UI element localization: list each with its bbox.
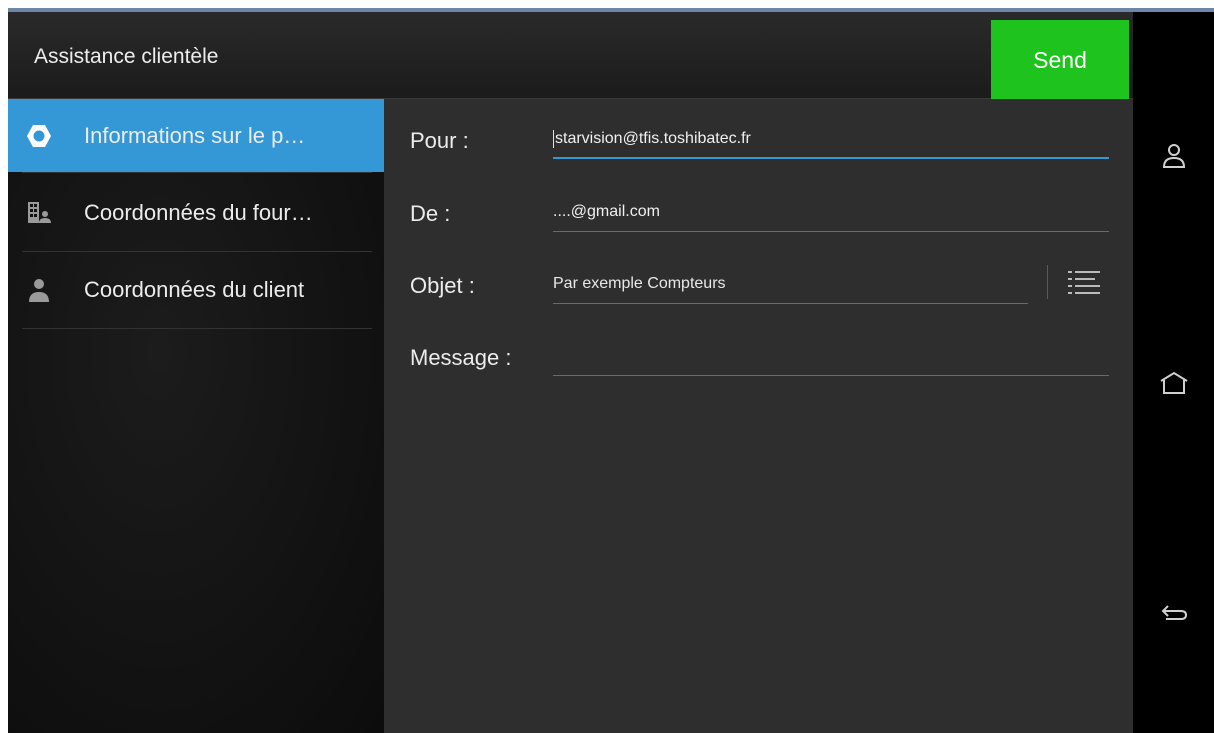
to-label: Pour : bbox=[410, 128, 469, 153]
subject-divider bbox=[1047, 265, 1048, 299]
sidebar-divider bbox=[22, 328, 372, 329]
message-field-underline bbox=[553, 375, 1109, 376]
sidebar-item-product-info[interactable]: Informations sur le p… bbox=[8, 99, 384, 172]
sidebar-item-supplier[interactable]: Coordonnées du four… bbox=[8, 175, 384, 251]
sidebar-item-label: Coordonnées du four… bbox=[84, 200, 313, 225]
to-field[interactable]: starvision@tfis.toshibatec.fr bbox=[553, 130, 751, 148]
from-label: De : bbox=[410, 201, 451, 226]
message-label: Message : bbox=[410, 345, 512, 370]
building-person-icon bbox=[28, 202, 51, 223]
sidebar-item-label: Coordonnées du client bbox=[84, 277, 305, 302]
sidebar-item-client[interactable]: Coordonnées du client bbox=[8, 252, 384, 328]
person-icon[interactable] bbox=[1157, 140, 1191, 174]
sidebar-item-label: Informations sur le p… bbox=[84, 122, 306, 148]
sidebar-divider bbox=[22, 172, 372, 173]
from-field[interactable]: ....@gmail.com bbox=[553, 203, 660, 221]
message-field[interactable] bbox=[553, 347, 1109, 369]
subject-field[interactable]: Par exemple Compteurs bbox=[553, 275, 726, 293]
subject-label: Objet : bbox=[410, 273, 475, 298]
person-icon bbox=[29, 279, 49, 302]
email-form: Pour : starvision@tfis.toshibatec.fr De … bbox=[384, 99, 1133, 733]
title-bar: Assistance clientèle Send bbox=[8, 12, 1133, 101]
home-icon[interactable] bbox=[1157, 367, 1191, 401]
page-title: Assistance clientèle bbox=[34, 45, 219, 68]
from-field-underline bbox=[553, 231, 1109, 232]
to-field-underline bbox=[553, 157, 1109, 159]
navigation-bar bbox=[1133, 12, 1214, 733]
device-screen: Assistance clientèle Send Informations s… bbox=[8, 8, 1214, 733]
back-icon[interactable] bbox=[1157, 596, 1191, 630]
subject-field-underline bbox=[553, 303, 1028, 304]
template-list-icon[interactable] bbox=[1066, 269, 1102, 297]
sidebar: Informations sur le p… Coordonnées du fo… bbox=[8, 99, 384, 733]
hexagon-icon bbox=[27, 124, 51, 147]
send-button[interactable]: Send bbox=[991, 20, 1129, 101]
